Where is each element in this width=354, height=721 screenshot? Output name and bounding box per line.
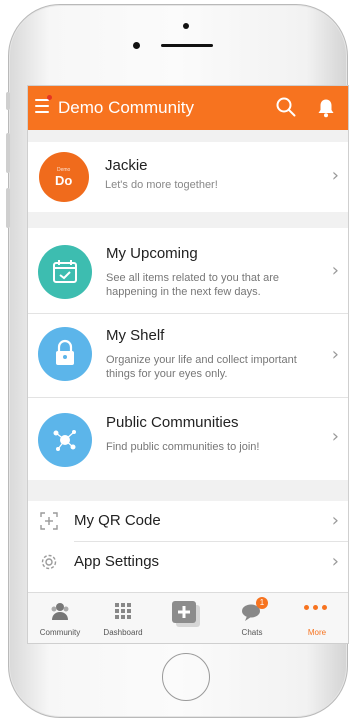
sensor-dot — [183, 23, 189, 29]
add-icon — [172, 601, 200, 627]
settings-card: My QR Code › App Settings › — [28, 501, 348, 592]
chat-badge: 1 — [256, 597, 268, 609]
list-item-desc: Find public communities to join! — [106, 441, 260, 453]
front-camera — [133, 42, 140, 49]
tab-dashboard[interactable]: Dashboard — [93, 593, 153, 643]
tab-more[interactable]: More — [287, 593, 347, 643]
tab-community[interactable]: Community — [30, 593, 90, 643]
list-item-title: My Upcoming — [106, 245, 198, 262]
menu-icon[interactable] — [35, 99, 49, 115]
earpiece-speaker — [161, 44, 213, 47]
bell-icon[interactable] — [317, 98, 335, 118]
lock-icon — [38, 327, 92, 381]
tab-label: Dashboard — [103, 628, 143, 637]
list-item-qr-code[interactable]: My QR Code › — [28, 501, 348, 541]
list-item-title: My Shelf — [106, 327, 165, 344]
volume-down-button — [6, 188, 10, 228]
avatar-text: Do — [55, 173, 73, 188]
dashboard-icon — [115, 603, 131, 619]
community-icon — [51, 603, 69, 620]
chevron-right-icon: › — [331, 165, 339, 186]
list-item-label: My QR Code — [74, 512, 161, 529]
screen: Demo Community Demo Do Jackie Let's do m… — [27, 85, 349, 644]
profile-tagline: Let's do more together! — [105, 179, 218, 191]
volume-up-button — [6, 133, 10, 173]
chevron-right-icon: › — [331, 510, 339, 531]
tab-bar: Community Dashboard 1 Chats More — [28, 592, 348, 643]
chevron-right-icon: › — [331, 551, 339, 572]
search-icon[interactable] — [276, 97, 296, 117]
list-item-title: Public Communities — [106, 414, 239, 431]
gear-icon — [41, 554, 57, 570]
notification-dot — [47, 95, 52, 100]
list-item-my-upcoming[interactable]: My Upcoming See all items related to you… — [28, 228, 348, 313]
list-item-desc: Organize your life and collect important… — [106, 354, 297, 380]
list-item-desc: See all items related to you that are hap… — [106, 272, 280, 298]
list-item-label: App Settings — [74, 553, 160, 570]
list-item-public-communities[interactable]: Public Communities Find public communiti… — [28, 398, 348, 480]
chevron-right-icon: › — [331, 344, 339, 365]
network-icon — [38, 413, 92, 467]
calendar-icon — [38, 245, 92, 299]
tab-label: Chats — [241, 628, 263, 637]
qr-code-icon — [40, 512, 58, 530]
avatar: Demo Do — [39, 152, 89, 202]
more-icon — [304, 605, 334, 613]
tab-chats[interactable]: 1 Chats — [222, 593, 282, 643]
home-button[interactable] — [162, 653, 210, 701]
tab-label: Community — [39, 628, 81, 637]
list-item-app-settings[interactable]: App Settings › — [28, 542, 348, 582]
mute-switch — [6, 92, 10, 110]
profile-row[interactable]: Demo Do Jackie Let's do more together! › — [28, 142, 348, 212]
profile-name: Jackie — [105, 157, 148, 174]
chevron-right-icon: › — [331, 260, 339, 281]
chevron-right-icon: › — [331, 426, 339, 447]
features-card: My Upcoming See all items related to you… — [28, 228, 348, 480]
list-item-my-shelf[interactable]: My Shelf Organize your life and collect … — [28, 314, 348, 397]
tab-label: More — [307, 628, 327, 637]
app-bar: Demo Community — [28, 86, 348, 130]
app-title: Demo Community — [58, 98, 195, 117]
tab-add[interactable] — [156, 593, 216, 643]
